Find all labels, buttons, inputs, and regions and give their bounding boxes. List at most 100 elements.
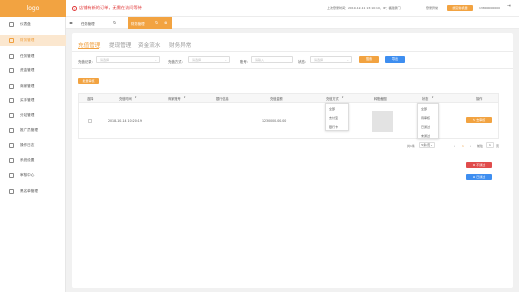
current-page[interactable]: 1	[462, 144, 464, 148]
notice-text: 店铺有新的订单，无需在访问等待	[79, 5, 142, 10]
main-panel	[72, 33, 513, 288]
page-unit: 页	[496, 144, 500, 148]
sidebar-item[interactable]: 仪表盘	[0, 19, 66, 30]
sidebar-item-label: 审核中心	[20, 173, 35, 177]
approve-button-label: 已通过	[476, 175, 486, 179]
sidebar-item-label: 黑名单管理	[20, 189, 38, 193]
column-header-select: 选择	[87, 97, 94, 101]
select-placeholder: 请选择	[314, 58, 324, 62]
sidebar-item[interactable]: 任务管理	[0, 51, 66, 62]
export-button[interactable]: 导出	[385, 56, 405, 63]
panel-tab-finance-exception[interactable]: 财务异常	[169, 41, 191, 49]
filter-status-label: 状态：	[298, 60, 309, 64]
search-button[interactable]: 搜索	[359, 56, 379, 63]
column-header-time[interactable]: 充值时间	[119, 96, 132, 101]
reject-button[interactable]: ⊗ 不通过	[466, 162, 492, 168]
filter-type-select[interactable]: 请选择 ⌄	[96, 56, 160, 63]
filter-account-label: 账号：	[240, 60, 251, 64]
row-amount: 1230000.00.00	[262, 119, 287, 123]
sidebar-item-label: 财务管理	[20, 38, 35, 42]
select-placeholder: 请选择	[192, 58, 202, 62]
sidebar-item-label: 推广员管理	[20, 128, 38, 132]
sidebar-item[interactable]: 操作日志	[0, 140, 66, 151]
column-header-merchant[interactable]: 商家账号	[168, 96, 181, 101]
fund-icon	[9, 68, 14, 73]
panel-tab-fund-flow[interactable]: 资金流水	[138, 41, 160, 49]
sidebar-item[interactable]: 审核中心	[0, 170, 66, 181]
sidebar-item[interactable]: 推广员管理	[0, 125, 66, 136]
transfer-screenshot-thumbnail[interactable]	[372, 111, 393, 132]
select-placeholder: 请选择	[100, 58, 110, 62]
sidebar: logo 仪表盘 财务管理 任务管理 资金管理 商家管理 买手管理 分站管理 推广员管理 操作日…	[0, 0, 66, 292]
sidebar-item[interactable]: 买手管理	[0, 95, 66, 106]
filter-icon[interactable]: ▾	[432, 96, 433, 99]
page-size-value: 5条/页	[421, 143, 431, 147]
column-header-method[interactable]: 充值方式	[326, 96, 339, 101]
dropdown-option[interactable]: 全部	[421, 107, 427, 111]
login-status: 登录异常	[426, 6, 439, 10]
dropdown-option[interactable]: 银行卡	[329, 125, 338, 129]
dropdown-option[interactable]: 待审核	[421, 116, 430, 120]
buyer-icon	[9, 98, 14, 103]
refresh-icon[interactable]: ↻	[155, 20, 158, 25]
dropdown-option[interactable]: 支付宝	[329, 116, 338, 120]
tab-label: 财务管理	[131, 21, 145, 26]
filter-type-label: 充值记录：	[78, 60, 95, 64]
sidebar-item[interactable]: 系统设置	[0, 155, 66, 166]
sidebar-item[interactable]: 分站管理	[0, 110, 66, 121]
sidebar-item[interactable]: 商家管理	[0, 81, 66, 92]
filter-status-select[interactable]: 请选择 ⌄	[310, 56, 352, 63]
panel-tab-withdraw[interactable]: 提现管理	[109, 41, 131, 49]
top-bar: ! 店铺有新的订单，无需在访问等待 上次登录时间：2019-12-11 13:1…	[66, 0, 519, 17]
row-checkbox[interactable]	[88, 119, 92, 123]
sidebar-item[interactable]: 资金管理	[0, 65, 66, 76]
chevron-down-icon: ⌄	[224, 58, 227, 62]
row-time: 2018-10-14 10:20:19	[108, 119, 142, 123]
dropdown-option[interactable]: 已通过	[421, 125, 430, 129]
column-header-amount: 充值金额	[270, 97, 283, 101]
tab-bar: ◂▸ 任务管理 ↻ 财务管理 ↻ ⊗	[66, 17, 519, 29]
collapse-icon[interactable]: ◂▸	[69, 20, 73, 25]
prev-page-icon[interactable]: ‹	[454, 144, 455, 148]
goto-page-input[interactable]: 1	[486, 142, 494, 148]
method-filter-dropdown: 全部 支付宝 银行卡	[325, 103, 349, 131]
tab-task-management[interactable]: 任务管理 ↻	[78, 17, 128, 29]
filter-method-select[interactable]: 请选择 ⌄	[188, 56, 230, 63]
column-header-bank: 银行信息	[216, 97, 229, 101]
tab-finance-management[interactable]: 财务管理 ↻ ⊗	[128, 17, 172, 29]
input-placeholder: 请输入	[255, 58, 265, 62]
next-page-icon[interactable]: ›	[470, 144, 471, 148]
merchant-icon	[9, 84, 14, 89]
sidebar-item-label: 买手管理	[20, 98, 35, 102]
task-icon	[9, 54, 14, 59]
refresh-icon[interactable]: ↻	[113, 20, 116, 25]
filter-account-input[interactable]: 请输入	[251, 56, 293, 63]
notice-banner: ! 店铺有新的订单，无需在访问等待	[72, 5, 142, 11]
review-button[interactable]: ✎ 去审核	[466, 117, 492, 123]
sort-icon[interactable]: ▾	[135, 96, 136, 99]
dropdown-option[interactable]: 全部	[329, 107, 335, 111]
table-header	[78, 93, 499, 103]
divider	[72, 68, 513, 69]
approve-button[interactable]: ⊕ 已通过	[466, 174, 492, 180]
sort-icon[interactable]: ▾	[184, 96, 185, 99]
tab-label: 任务管理	[81, 21, 95, 26]
batch-review-button[interactable]: 批量审核	[78, 78, 99, 84]
sidebar-item-label: 资金管理	[20, 68, 35, 72]
close-icon[interactable]: ⊗	[164, 20, 167, 25]
sidebar-item[interactable]: 黑名单管理	[0, 186, 66, 197]
filter-icon[interactable]: ▾	[342, 96, 343, 99]
logout-icon[interactable]: ⇥	[507, 4, 511, 9]
dropdown-option[interactable]: 未通过	[421, 134, 430, 138]
settings-icon	[9, 158, 14, 163]
column-header-action: 操作	[476, 97, 483, 101]
divider	[72, 51, 513, 52]
column-header-status[interactable]: 状态	[422, 96, 428, 101]
column-header-screenshot: 转账截图	[374, 97, 387, 101]
sidebar-item-label: 分站管理	[20, 113, 35, 117]
phone-number: 13800000000	[479, 6, 500, 10]
page-size-select[interactable]: 5条/页⌄	[419, 142, 435, 148]
filter-method-label: 充值方式：	[168, 60, 185, 64]
sidebar-item[interactable]: 财务管理	[0, 35, 66, 46]
bind-device-button[interactable]: 绑定新机器	[447, 5, 473, 11]
